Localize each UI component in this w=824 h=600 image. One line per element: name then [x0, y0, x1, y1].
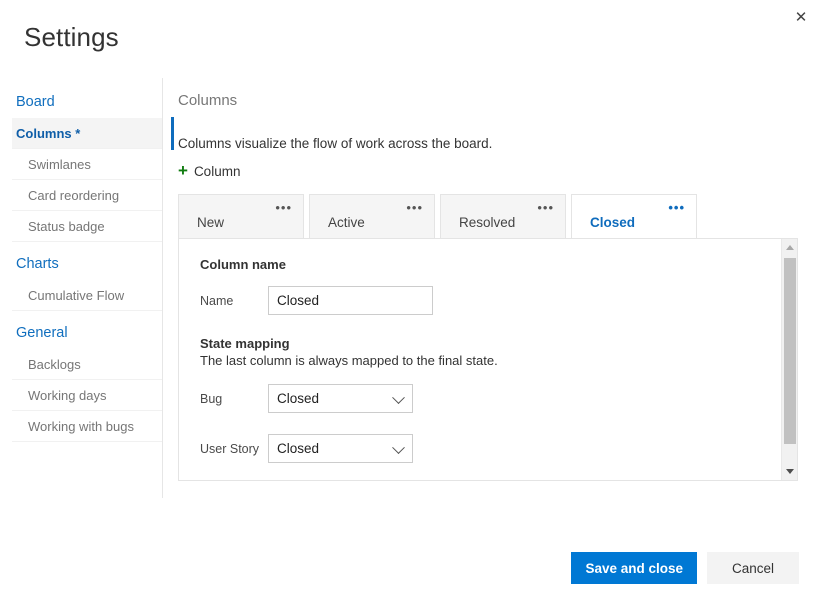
tab-label: New: [197, 215, 225, 230]
add-column-label: Column: [193, 164, 241, 179]
settings-sidebar: Board Columns * Swimlanes Card reordering St…: [0, 80, 174, 495]
sidebar-group-title: Charts: [16, 256, 59, 272]
sidebar-item-label: Card reordering: [28, 187, 120, 203]
state-select-bug[interactable]: Closed: [268, 384, 413, 413]
sidebar-item-label: Working days: [28, 387, 107, 403]
sidebar-item-label: Swimlanes: [28, 156, 91, 172]
tab-overflow-menu-icon[interactable]: •••: [275, 201, 292, 214]
column-settings-panel: Column name Name State mapping The last …: [178, 238, 798, 481]
state-mapping-rows: Bug Closed User Story Closed: [200, 384, 797, 463]
tab-closed[interactable]: Closed •••: [571, 194, 697, 239]
sidebar-item-card-reordering[interactable]: Card reordering: [12, 180, 162, 211]
column-tabs: New ••• Active ••• Resolved ••• Closed •••: [178, 194, 798, 239]
add-column-button[interactable]: + Column: [178, 161, 241, 180]
sidebar-item-label: Backlogs: [28, 356, 81, 372]
tab-label: Closed: [590, 215, 636, 230]
mapping-label: Bug: [200, 391, 223, 406]
cancel-button[interactable]: Cancel: [707, 552, 799, 584]
sidebar-item-label: Working with bugs: [28, 418, 134, 434]
dialog-footer: Save and close Cancel: [0, 536, 824, 600]
chevron-down-icon: [392, 390, 405, 404]
column-name-heading: Column name: [200, 257, 286, 272]
tab-resolved[interactable]: Resolved •••: [440, 194, 566, 239]
select-value: Closed: [277, 391, 320, 406]
section-description: Columns visualize the flow of work acros…: [178, 136, 493, 151]
plus-icon: +: [178, 161, 188, 180]
save-and-close-button[interactable]: Save and close: [571, 552, 697, 584]
name-field-row: Name: [200, 286, 797, 315]
settings-dialog: Settings ✕ Board Columns * Swimlanes Card r…: [0, 0, 824, 600]
tab-new[interactable]: New •••: [178, 194, 304, 239]
scrollbar-thumb[interactable]: [784, 258, 796, 444]
panel-scrollbar[interactable]: [781, 239, 797, 480]
state-mapping-note: The last column is always mapped to the …: [200, 353, 498, 368]
page-title: Settings: [24, 22, 119, 52]
tab-label: Resolved: [459, 215, 516, 230]
state-mapping-heading: State mapping: [200, 336, 290, 351]
sidebar-item-label: Status badge: [28, 218, 105, 234]
tab-overflow-menu-icon[interactable]: •••: [537, 201, 554, 214]
name-label: Name: [200, 293, 234, 308]
sidebar-divider: [162, 78, 163, 498]
sidebar-group-title: General: [16, 325, 68, 341]
state-select-user-story[interactable]: Closed: [268, 434, 413, 463]
close-icon[interactable]: ✕: [778, 0, 824, 34]
tab-active[interactable]: Active •••: [309, 194, 435, 239]
state-mapping-row: User Story Closed: [200, 434, 797, 463]
sidebar-item-columns[interactable]: Columns *: [12, 117, 174, 150]
tab-label: Active: [328, 215, 365, 230]
caret-up-icon[interactable]: [782, 239, 798, 256]
sidebar-item-cumulative-flow[interactable]: Cumulative Flow: [12, 280, 162, 311]
sidebar-item-label: Cumulative Flow: [28, 287, 125, 303]
column-name-input[interactable]: [268, 286, 433, 315]
sidebar-item-working-with-bugs[interactable]: Working with bugs: [12, 411, 162, 442]
sidebar-group-title: Board: [16, 94, 55, 110]
chevron-down-icon: [392, 440, 405, 454]
select-value: Closed: [277, 441, 320, 456]
tab-overflow-menu-icon[interactable]: •••: [406, 201, 423, 214]
section-title: Columns: [178, 92, 238, 109]
sidebar-item-working-days[interactable]: Working days: [12, 380, 162, 411]
sidebar-item-status-badge[interactable]: Status badge: [12, 211, 162, 242]
main-content: Columns Columns visualize the flow of wo…: [178, 92, 798, 481]
tab-overflow-menu-icon[interactable]: •••: [668, 201, 685, 214]
sidebar-item-label: Columns *: [16, 125, 81, 141]
state-mapping-row: Bug Closed: [200, 384, 797, 413]
mapping-label: User Story: [200, 441, 260, 456]
caret-down-icon[interactable]: [782, 463, 798, 480]
sidebar-item-swimlanes[interactable]: Swimlanes: [12, 149, 162, 180]
sidebar-item-backlogs[interactable]: Backlogs: [12, 349, 162, 380]
